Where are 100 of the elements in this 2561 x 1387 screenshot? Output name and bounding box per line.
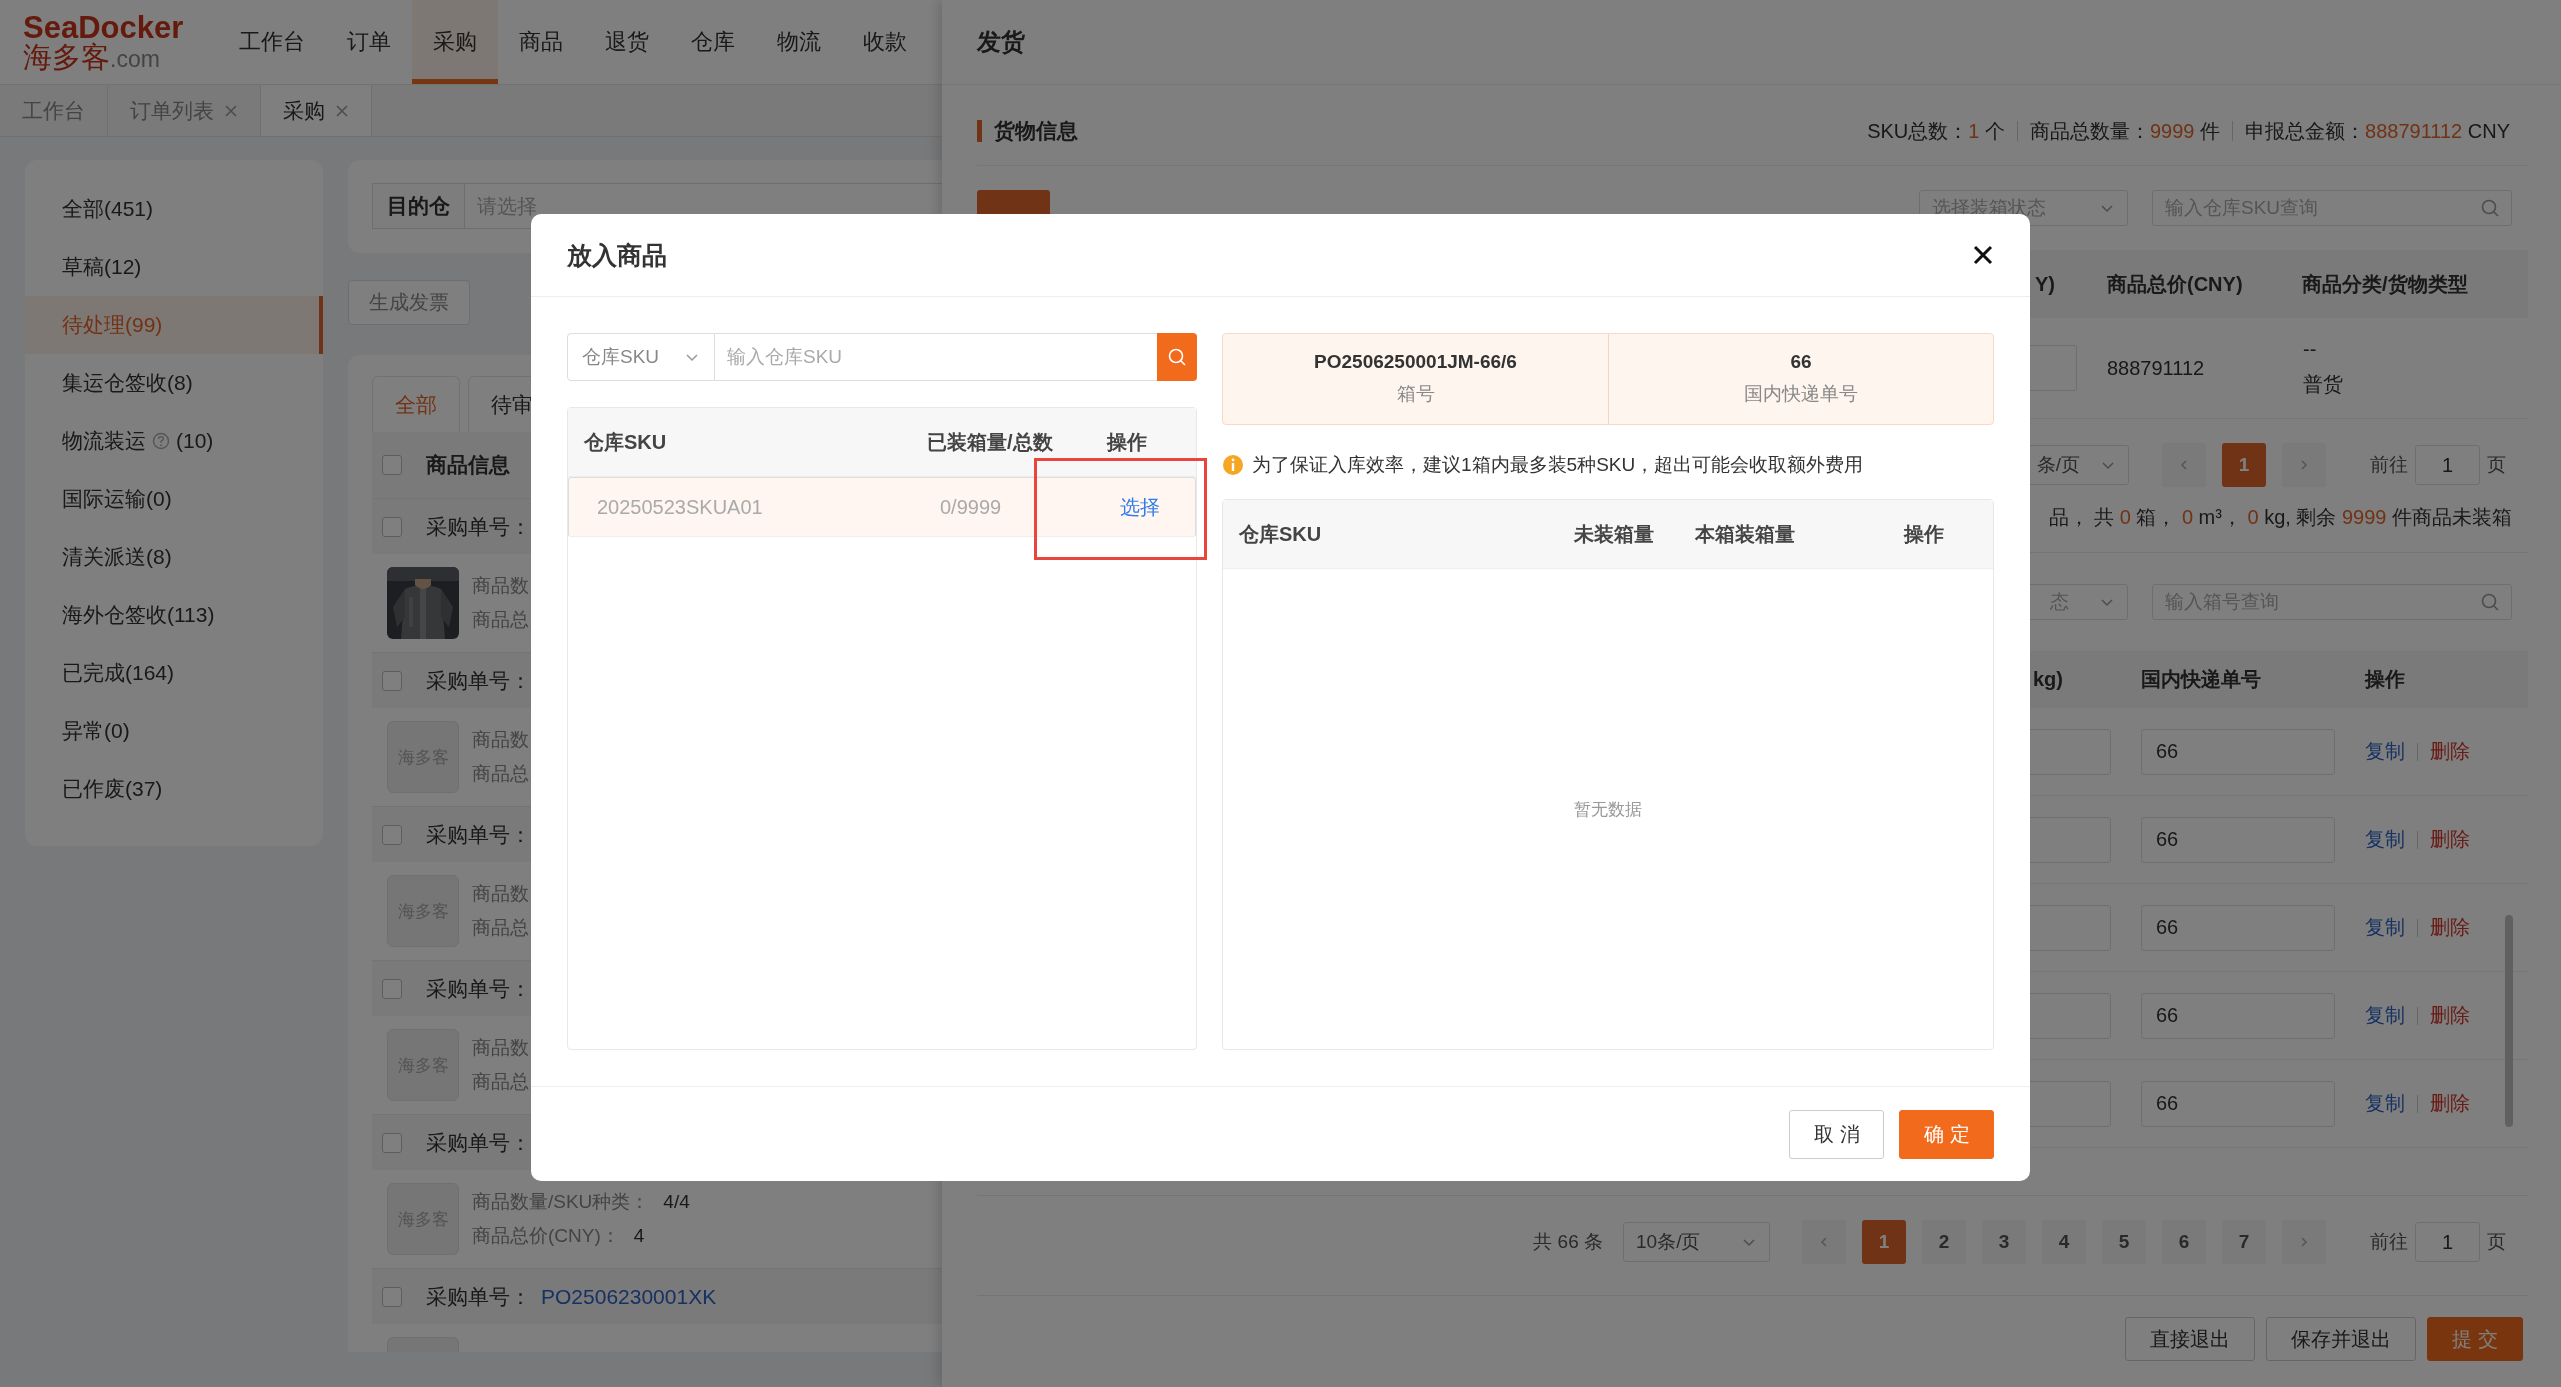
table-row[interactable]: 20250523SKUA01 0/9999 选择 [568, 477, 1196, 537]
nav-tab[interactable]: 仓库 [670, 0, 756, 84]
info-label: 箱号 [1396, 382, 1435, 406]
copy-link[interactable]: 复制 [2365, 826, 2405, 853]
checkbox[interactable] [382, 670, 402, 691]
select-link[interactable]: 选择 [1120, 494, 1160, 521]
checkbox[interactable] [382, 978, 402, 999]
page-button[interactable]: 7 [2222, 1220, 2266, 1264]
sidebar-item[interactable]: 异常(0) [25, 702, 323, 760]
previous-page-button[interactable] [1802, 1220, 1846, 1264]
cancel-button[interactable]: 取 消 [1789, 1109, 1884, 1159]
express-number-field[interactable]: 66 [2141, 728, 2335, 775]
page-button[interactable]: 3 [1982, 1220, 2026, 1264]
express-number-field[interactable]: 66 [2141, 1080, 2335, 1127]
confirm-button[interactable]: 确 定 [1899, 1109, 1994, 1159]
page-button[interactable]: 2 [1922, 1220, 1966, 1264]
sidebar-item[interactable]: 已作废(37) [25, 760, 323, 818]
product-detail: 商品数 [472, 574, 529, 598]
delete-link[interactable]: 删除 [2430, 1002, 2470, 1029]
column-header: 操作 [1904, 521, 1944, 547]
delete-link[interactable]: 删除 [2430, 1090, 2470, 1117]
footer-button[interactable]: 保存并退出 [2266, 1317, 2417, 1361]
page-tab[interactable]: 采购 [261, 85, 372, 136]
table-cell: 0/9999 [940, 496, 1002, 519]
checkbox[interactable] [382, 1286, 402, 1307]
nav-tab[interactable]: 商品 [498, 0, 584, 84]
section-title: 货物信息 [977, 120, 1078, 142]
express-number-field[interactable]: 66 [2141, 992, 2335, 1039]
modal-title: 放入商品 [567, 239, 667, 271]
order-number-label: 采购单号： [426, 1283, 531, 1310]
page-button[interactable]: 6 [2162, 1220, 2206, 1264]
page-number-field[interactable]: 1 [2415, 445, 2480, 485]
sidebar-item[interactable]: 物流装运 (10) [25, 412, 323, 470]
search-button[interactable] [1157, 333, 1197, 381]
chevron-left-icon [2178, 459, 2190, 471]
drawer-title: 发货 [977, 27, 1025, 57]
info-label: 国内快递单号 [1744, 382, 1858, 406]
page-number-field[interactable]: 1 [2415, 1222, 2480, 1262]
sidebar-item[interactable]: 待处理(99) [25, 296, 323, 354]
column-header: 未装箱量 [1574, 521, 1654, 547]
page-size-select[interactable]: 10条/页 [1623, 1222, 1770, 1262]
sidebar-item[interactable]: 已完成(164) [25, 644, 323, 702]
chevron-left-icon [1818, 1236, 1830, 1248]
empty-text: 暂无数据 [1574, 798, 1642, 821]
page-unit-label: 页 [2487, 1230, 2506, 1254]
page-button[interactable]: 4 [2042, 1220, 2086, 1264]
sidebar-item[interactable]: 清关派送(8) [25, 528, 323, 586]
column-header: 操作 [2363, 667, 2405, 692]
sidebar-item[interactable]: 国际运输(0) [25, 470, 323, 528]
info-value: 66 [1790, 351, 1812, 373]
sidebar-item[interactable]: 全部(451) [25, 180, 323, 238]
page-unit-label: 页 [2487, 453, 2506, 477]
order-number-label: 采购单号： [426, 667, 531, 694]
column-header: Y) [2034, 272, 2055, 296]
copy-link[interactable]: 复制 [2365, 1002, 2405, 1029]
page-button[interactable]: 1 [1862, 1220, 1906, 1264]
express-number-field[interactable]: 66 [2141, 904, 2335, 951]
column-header: 仓库SKU [1239, 521, 1322, 547]
toolbar-button[interactable]: 生成发票 [348, 280, 470, 325]
summary-stat: 商品总数量：9999 件 [2017, 121, 2233, 141]
previous-page-button[interactable] [2162, 443, 2206, 487]
column-header: 商品总价(CNY) [2106, 271, 2243, 297]
order-number-label: 采购单号： [426, 1129, 531, 1156]
checkbox[interactable] [382, 455, 402, 475]
delete-link[interactable]: 删除 [2430, 826, 2470, 853]
footer-button[interactable]: 直接退出 [2125, 1317, 2256, 1361]
nav-tab[interactable]: 收款 [842, 0, 928, 84]
column-header: 商品分类/货物类型 [2301, 271, 2468, 297]
search-type-select[interactable]: 仓库SKU [567, 333, 715, 381]
delete-link[interactable]: 删除 [2430, 738, 2470, 765]
checkbox[interactable] [382, 1132, 402, 1153]
product-detail: 商品总价(CNY)： 4 [472, 1224, 646, 1248]
checkbox[interactable] [382, 516, 402, 537]
close-icon[interactable] [1972, 244, 1994, 266]
nav-tab[interactable]: 物流 [756, 0, 842, 84]
scrollbar-thumb[interactable] [2505, 915, 2513, 1127]
page-button[interactable]: 1 [2222, 443, 2266, 487]
copy-link[interactable]: 复制 [2365, 738, 2405, 765]
column-header: 国内快递单号 [2140, 667, 2261, 692]
next-page-button[interactable] [2282, 443, 2326, 487]
info-icon [1222, 454, 1244, 476]
column-header: kg) [2032, 668, 2063, 691]
nav-tab[interactable]: 订单 [326, 0, 412, 84]
order-number-link[interactable]: PO2506230001XK [541, 1284, 717, 1309]
delete-link[interactable]: 删除 [2430, 914, 2470, 941]
sidebar-item[interactable]: 海外仓签收(113) [25, 586, 323, 644]
next-page-button[interactable] [2282, 1220, 2326, 1264]
search-field[interactable]: 输入仓库SKU [715, 333, 1157, 381]
copy-link[interactable]: 复制 [2365, 1090, 2405, 1117]
summary-stat: 申报总金额：888791112 CNY [2232, 121, 2522, 141]
express-number-field[interactable]: 66 [2141, 816, 2335, 863]
page-button[interactable]: 5 [2102, 1220, 2146, 1264]
nav-tab[interactable]: 退货 [584, 0, 670, 84]
nav-tab[interactable]: 工作台 [218, 0, 326, 84]
copy-link[interactable]: 复制 [2365, 914, 2405, 941]
nav-tab[interactable]: 采购 [412, 0, 498, 84]
checkbox[interactable] [382, 824, 402, 845]
sidebar-item[interactable]: 草稿(12) [25, 238, 323, 296]
sidebar-item[interactable]: 集运仓签收(8) [25, 354, 323, 412]
submit-button[interactable]: 提 交 [2427, 1317, 2523, 1361]
